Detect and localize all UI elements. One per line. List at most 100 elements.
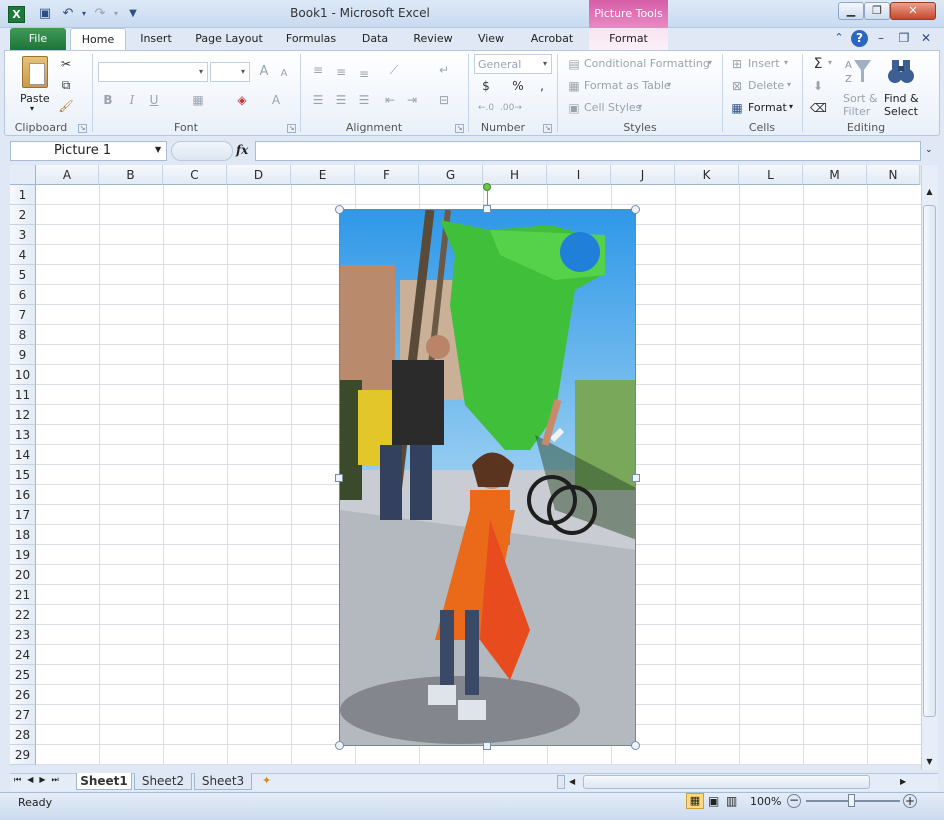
tab-page-layout[interactable]: Page Layout [186, 28, 272, 50]
sort-filter-label-2[interactable]: Filter [843, 105, 870, 118]
tab-data[interactable]: Data [350, 28, 400, 50]
find-select-label-2[interactable]: Select [884, 105, 918, 118]
delete-cells-button[interactable]: Delete [748, 79, 784, 92]
increase-decimal-icon[interactable]: ←.0 [478, 100, 494, 116]
scroll-up-icon[interactable]: ▲ [924, 187, 935, 201]
resize-handle-top[interactable] [483, 205, 491, 213]
workbook-minimize-icon[interactable]: – [873, 30, 889, 46]
insert-cells-icon[interactable]: ⊞ [729, 56, 745, 72]
bold-icon[interactable]: B [100, 92, 116, 108]
insert-dropdown-icon[interactable]: ▾ [784, 58, 788, 67]
scroll-right-icon[interactable]: ▶ [900, 777, 906, 786]
restore-button[interactable]: ❐ [864, 2, 890, 20]
row-header[interactable]: 4 [10, 245, 36, 265]
row-header[interactable]: 3 [10, 225, 36, 245]
underline-icon[interactable]: U [146, 92, 162, 108]
row-header[interactable]: 26 [10, 685, 36, 705]
vertical-scroll-thumb[interactable] [923, 205, 936, 717]
insert-worksheet-icon[interactable]: ✦ [262, 774, 278, 789]
fill-color-icon[interactable]: ◈ [234, 92, 250, 108]
delete-cells-icon[interactable]: ⊠ [729, 78, 745, 94]
resize-handle-bottom-right[interactable] [631, 741, 640, 750]
row-header[interactable]: 10 [10, 365, 36, 385]
font-name-combo[interactable]: ▾ [98, 62, 208, 82]
minimize-button[interactable]: ▁ [838, 2, 864, 20]
row-header[interactable]: 28 [10, 725, 36, 745]
row-header[interactable]: 22 [10, 605, 36, 625]
resize-handle-left[interactable] [335, 474, 343, 482]
autosum-dropdown-icon[interactable]: ▾ [828, 58, 832, 67]
alignment-launcher-icon[interactable]: ↘ [455, 124, 464, 133]
column-header[interactable]: F [355, 165, 419, 185]
align-middle-icon[interactable]: ≡ [333, 64, 349, 80]
column-header[interactable]: E [291, 165, 355, 185]
increase-indent-icon[interactable]: ⇥ [404, 92, 420, 108]
format-painter-icon[interactable]: 🖌 [58, 98, 74, 114]
row-header[interactable]: 21 [10, 585, 36, 605]
align-bottom-icon[interactable]: ≡ [356, 66, 372, 82]
paste-button[interactable]: Paste [20, 92, 50, 105]
row-header[interactable]: 23 [10, 625, 36, 645]
sheet-nav-arrows-icon[interactable]: ⏮◀▶⏭ [14, 775, 65, 785]
row-header[interactable]: 2 [10, 205, 36, 225]
paste-icon[interactable] [22, 56, 48, 88]
tab-format[interactable]: Format [589, 28, 668, 50]
column-header[interactable]: A [36, 165, 99, 185]
row-header[interactable]: 19 [10, 545, 36, 565]
sheet-tab-sheet1[interactable]: Sheet1 [76, 773, 132, 790]
fill-icon[interactable]: ⬇ [810, 78, 826, 94]
row-header[interactable]: 15 [10, 465, 36, 485]
tab-home[interactable]: Home [70, 28, 126, 50]
merge-center-icon[interactable]: ⊟ [436, 92, 452, 108]
resize-handle-bottom-left[interactable] [335, 741, 344, 750]
resize-handle-right[interactable] [632, 474, 640, 482]
close-button[interactable]: ✕ [890, 2, 936, 20]
picture-1[interactable] [339, 209, 636, 746]
number-launcher-icon[interactable]: ↘ [543, 124, 552, 133]
number-format-combo[interactable]: General ▾ [474, 54, 552, 74]
tab-view[interactable]: View [466, 28, 516, 50]
row-header[interactable]: 29 [10, 745, 36, 765]
cell-styles-button[interactable]: Cell Styles [584, 101, 641, 114]
row-header[interactable]: 7 [10, 305, 36, 325]
insert-function-button[interactable]: fx [236, 143, 248, 157]
row-header[interactable]: 18 [10, 525, 36, 545]
borders-icon[interactable]: ▦ [190, 92, 206, 108]
format-as-table-button[interactable]: Format as Table [584, 79, 671, 92]
row-header[interactable]: 27 [10, 705, 36, 725]
tab-file[interactable]: File [10, 28, 66, 50]
row-header[interactable]: 14 [10, 445, 36, 465]
horizontal-scroll-thumb[interactable] [583, 775, 870, 789]
name-box[interactable]: Picture 1 [10, 141, 167, 161]
sort-filter-icon[interactable]: AZ [844, 56, 872, 86]
copy-icon[interactable]: ⧉ [58, 77, 74, 93]
format-dropdown-icon[interactable]: ▾ [789, 102, 793, 111]
clear-icon[interactable]: ⌫ [810, 100, 827, 116]
conditional-formatting-button[interactable]: Conditional Formatting [584, 57, 710, 70]
formula-splitter[interactable] [171, 141, 233, 161]
normal-view-icon[interactable]: ▦ [686, 793, 704, 809]
align-right-icon[interactable]: ☰ [356, 92, 372, 108]
undo-dropdown-icon[interactable]: ▾ [76, 6, 92, 22]
excel-logo-icon[interactable]: X [8, 6, 25, 23]
resize-handle-bottom[interactable] [483, 742, 491, 750]
delete-dropdown-icon[interactable]: ▾ [787, 80, 791, 89]
sheet-tab-sheet2[interactable]: Sheet2 [134, 773, 192, 790]
column-header[interactable]: G [419, 165, 483, 185]
minimize-ribbon-icon[interactable]: ⌃ [831, 30, 847, 46]
rotate-handle[interactable] [483, 183, 491, 191]
wrap-text-icon[interactable]: ↵ [436, 62, 452, 78]
column-header[interactable]: J [611, 165, 675, 185]
conditional-formatting-icon[interactable]: ▤ [566, 56, 582, 72]
resize-handle-top-right[interactable] [631, 205, 640, 214]
sort-filter-label-1[interactable]: Sort & [843, 92, 878, 105]
paste-dropdown-icon[interactable]: ▾ [30, 104, 34, 113]
insert-cells-button[interactable]: Insert [748, 57, 780, 70]
name-box-dropdown-icon[interactable]: ▼ [155, 145, 161, 154]
column-header[interactable]: C [163, 165, 227, 185]
column-header[interactable]: L [739, 165, 803, 185]
select-all-button[interactable] [10, 165, 36, 185]
cell-styles-dropdown-icon[interactable]: ▾ [638, 102, 642, 111]
page-layout-view-icon[interactable]: ▣ [708, 794, 719, 808]
tab-formulas[interactable]: Formulas [276, 28, 346, 50]
